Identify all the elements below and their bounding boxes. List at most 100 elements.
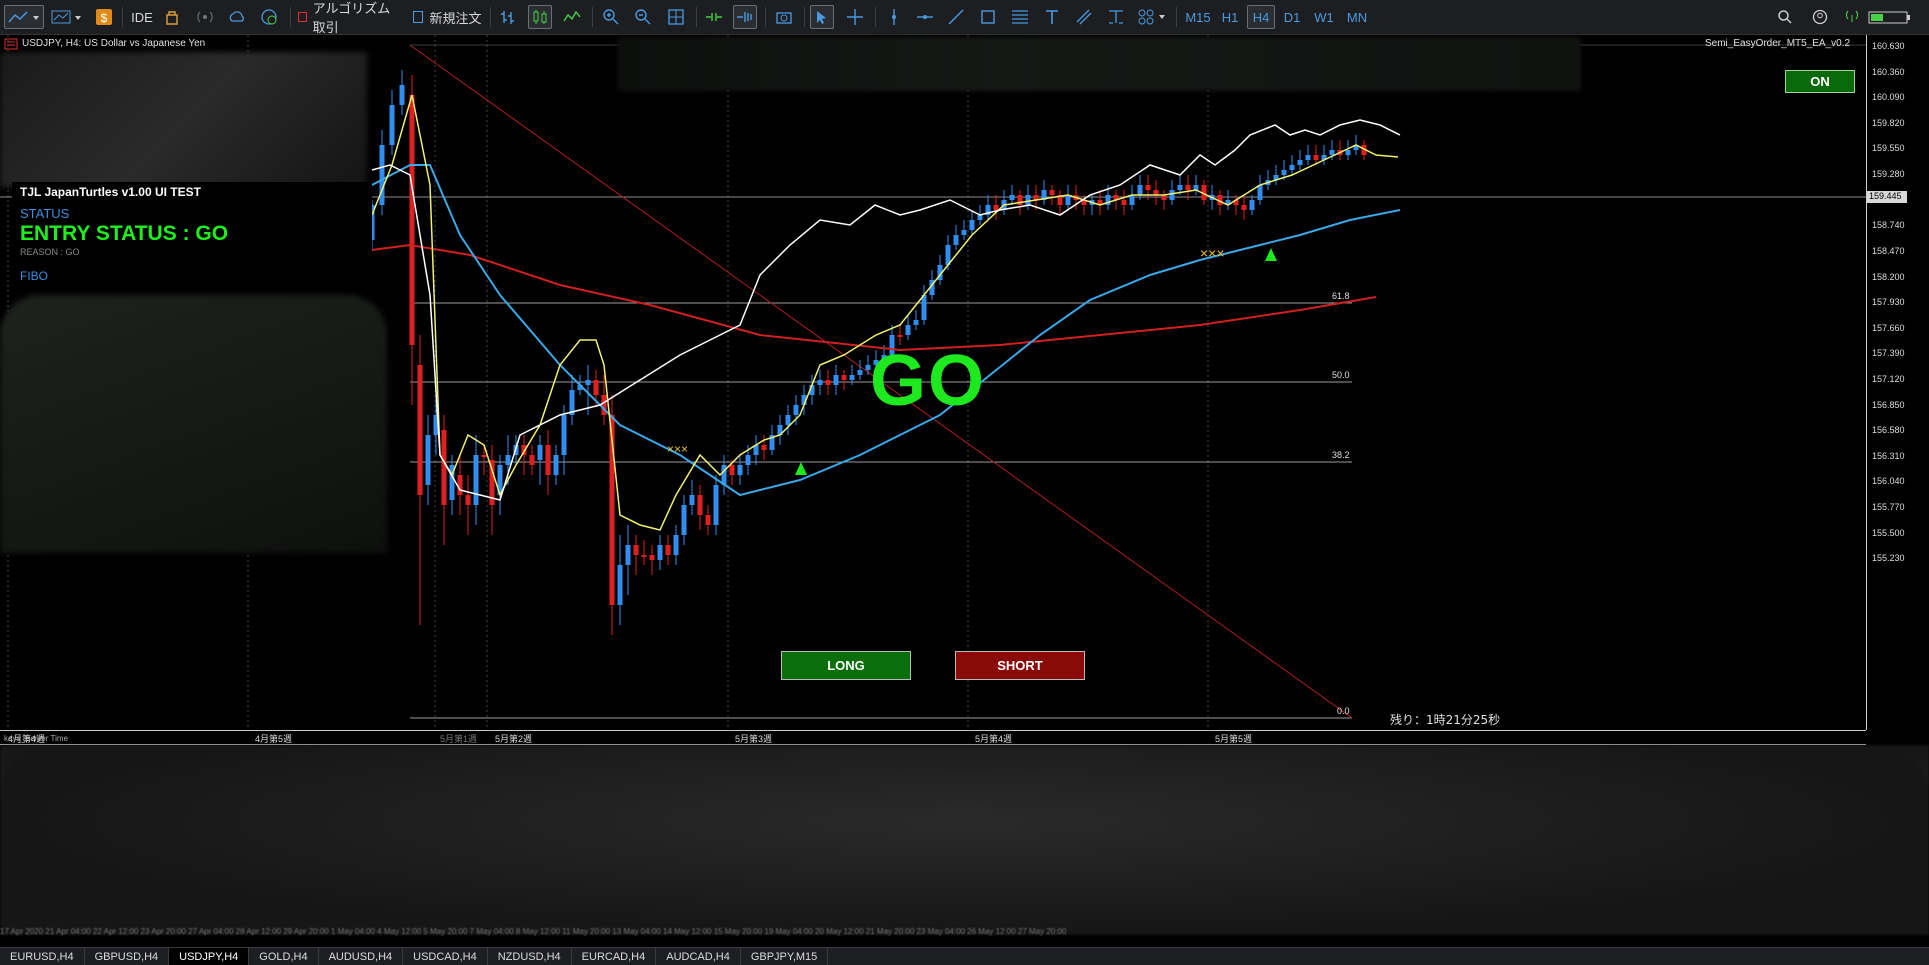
ea-on-button[interactable]: ON <box>1785 70 1855 93</box>
candle-body <box>849 375 855 380</box>
line-chart-icon[interactable] <box>560 5 584 29</box>
template-icon[interactable] <box>48 5 86 29</box>
tab-usdcad[interactable]: USDCAD,H4 <box>403 948 488 965</box>
tab-usdjpy[interactable]: USDJPY,H4 <box>169 948 250 965</box>
time-label: 5月第1週 <box>440 734 478 744</box>
tab-nzdusd[interactable]: NZDUSD,H4 <box>488 948 572 965</box>
vertical-line-icon[interactable] <box>882 5 906 29</box>
candle-body <box>681 505 687 535</box>
tab-gold[interactable]: GOLD,H4 <box>249 948 319 965</box>
candle-body <box>817 380 823 385</box>
new-order-button[interactable]: 新規注文 <box>410 5 485 29</box>
rectangle-icon[interactable] <box>976 5 1000 29</box>
chart-symbol-title: USDJPY, H4: US Dollar vs Japanese Yen <box>22 38 206 49</box>
price-axis[interactable]: 160.630 160.360 160.090 159.820 159.550 … <box>1866 35 1929 730</box>
fib-label-382: 38.2 <box>1332 450 1350 460</box>
signal-icon[interactable] <box>193 5 217 29</box>
remaining-time: 残り：1時21分25秒 <box>1390 713 1501 727</box>
tab-audcad[interactable]: AUDCAD,H4 <box>656 948 741 965</box>
chart-type-line-icon[interactable] <box>4 5 44 29</box>
algo-trading-button[interactable]: アルゴリズム取引 <box>298 1 398 35</box>
candle-body <box>993 205 999 210</box>
time-axis[interactable]: 4月第4週 4月第5週 5月第1週 5月第2週 5月第3週 5月第4週 5月第5… <box>0 730 1866 745</box>
tf-m15[interactable]: M15 <box>1182 5 1214 29</box>
channel-icon[interactable] <box>1072 5 1096 29</box>
candle-body <box>561 415 567 455</box>
tab-audusd[interactable]: AUDUSD,H4 <box>319 948 404 965</box>
candlestick-icon[interactable] <box>528 5 552 29</box>
tf-h4[interactable]: H4 <box>1247 5 1275 29</box>
candle-body <box>1305 155 1311 160</box>
blurred-panel-region <box>0 295 387 553</box>
tf-w1[interactable]: W1 <box>1310 5 1338 29</box>
tf-mn[interactable]: MN <box>1342 5 1372 29</box>
candle-body <box>1009 195 1015 200</box>
candle-body <box>745 455 751 465</box>
algo-trading-label: アルゴリズム取引 <box>312 1 391 35</box>
cloud-icon[interactable] <box>225 5 249 29</box>
grid-icon[interactable] <box>664 5 688 29</box>
candle-body <box>633 545 639 555</box>
account-icon[interactable] <box>1808 5 1832 29</box>
bag-icon[interactable] <box>160 5 184 29</box>
dollar-icon[interactable]: $ <box>92 5 116 29</box>
search-icon[interactable] <box>1773 5 1797 29</box>
vps-icon[interactable] <box>257 5 281 29</box>
algo-stop-icon <box>298 12 307 22</box>
ide-button[interactable]: IDE <box>128 5 156 29</box>
candle-body <box>1281 170 1287 175</box>
candle-body <box>857 370 863 375</box>
text-tool-icon[interactable] <box>1040 5 1064 29</box>
candle-body <box>1137 185 1143 195</box>
candle-body <box>399 85 405 105</box>
tf-h1[interactable]: H1 <box>1217 5 1243 29</box>
tab-eurcad[interactable]: EURCAD,H4 <box>572 948 657 965</box>
short-button[interactable]: SHORT <box>955 651 1085 680</box>
price-label: 160.090 <box>1872 92 1905 102</box>
signal-strength-icon[interactable] <box>1840 5 1864 29</box>
horizontal-line-icon[interactable] <box>913 5 937 29</box>
candle-body <box>905 325 911 335</box>
candle-body <box>585 380 591 385</box>
tab-eurusd[interactable]: EURUSD,H4 <box>0 948 85 965</box>
go-signal: GO <box>870 341 987 421</box>
price-label: 156.310 <box>1872 451 1905 461</box>
time-label: 5月第2週 <box>495 734 533 744</box>
bar-chart-icon[interactable] <box>496 5 520 29</box>
crosshair-icon[interactable] <box>843 5 867 29</box>
label-tool-icon[interactable] <box>1104 5 1128 29</box>
candle-body <box>1025 195 1031 205</box>
price-label: 157.930 <box>1872 297 1905 307</box>
candle-body <box>425 435 431 485</box>
candle-body <box>793 405 799 415</box>
tf-d1[interactable]: D1 <box>1279 5 1305 29</box>
candle-body <box>1313 155 1319 160</box>
tab-gbpusd[interactable]: GBPUSD,H4 <box>85 948 170 965</box>
up-arrow-marker <box>795 462 807 475</box>
price-chart[interactable]: ××× ××× USDJPY, H4: US Dollar vs Japanese… <box>0 35 1929 745</box>
long-button[interactable]: LONG <box>781 651 911 680</box>
trendline-icon[interactable] <box>944 5 968 29</box>
cursor-icon[interactable] <box>810 5 834 29</box>
chart-tabs: EURUSD,H4 GBPUSD,H4 USDJPY,H4 GOLD,H4 AU… <box>0 947 1929 965</box>
candle-body <box>537 445 543 460</box>
chart-shift-icon[interactable] <box>733 5 757 29</box>
main-toolbar: $ IDE アルゴリズム取引 新規注文 M15 H1 H4 D1 W1 MN <box>0 0 1929 35</box>
entry-status: ENTRY STATUS : GO <box>20 222 229 245</box>
candle-body <box>553 455 559 475</box>
current-price-marker: 159.445 <box>1867 191 1907 203</box>
zoom-in-icon[interactable] <box>599 5 623 29</box>
fibonacci-icon[interactable] <box>1008 5 1032 29</box>
candle-body <box>545 445 551 475</box>
moving-average-red <box>371 243 1377 352</box>
chart-menu-icon[interactable] <box>4 38 18 50</box>
blurred-indicator-region <box>0 52 367 187</box>
candle-body <box>697 495 703 515</box>
fib-label-000: 0.0 <box>1337 706 1350 716</box>
zoom-out-icon[interactable] <box>631 5 655 29</box>
auto-scroll-icon[interactable] <box>702 5 726 29</box>
battery-icon <box>1866 5 1914 29</box>
screenshot-icon[interactable] <box>772 5 796 29</box>
tab-gbpjpy[interactable]: GBPJPY,M15 <box>741 948 829 965</box>
shapes-icon[interactable] <box>1136 5 1172 29</box>
